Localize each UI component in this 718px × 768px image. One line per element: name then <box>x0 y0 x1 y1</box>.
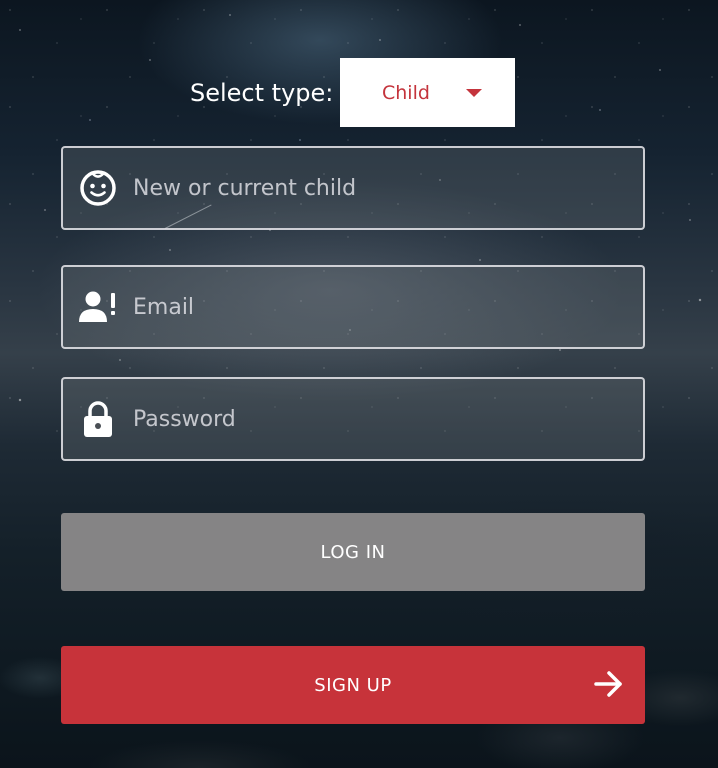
caret-down-icon <box>466 89 482 97</box>
user-alert-icon <box>63 291 133 323</box>
signup-button-label: SIGN UP <box>314 674 392 696</box>
login-button-label: LOG IN <box>320 541 386 563</box>
lock-icon <box>63 400 133 438</box>
child-name-input[interactable] <box>133 148 643 228</box>
password-field[interactable] <box>61 377 645 461</box>
select-type-label: Select type: <box>190 78 334 107</box>
email-input[interactable] <box>133 267 643 347</box>
email-field[interactable] <box>61 265 645 349</box>
login-button[interactable]: LOG IN <box>61 513 645 591</box>
signup-button[interactable]: SIGN UP <box>61 646 645 724</box>
type-selector-row: Select type: Child <box>190 58 515 127</box>
type-dropdown[interactable]: Child <box>340 58 515 127</box>
child-face-icon <box>63 169 133 207</box>
arrow-right-icon <box>593 668 625 705</box>
type-dropdown-value: Child <box>382 81 430 104</box>
password-input[interactable] <box>133 379 643 459</box>
child-field[interactable] <box>61 146 645 230</box>
